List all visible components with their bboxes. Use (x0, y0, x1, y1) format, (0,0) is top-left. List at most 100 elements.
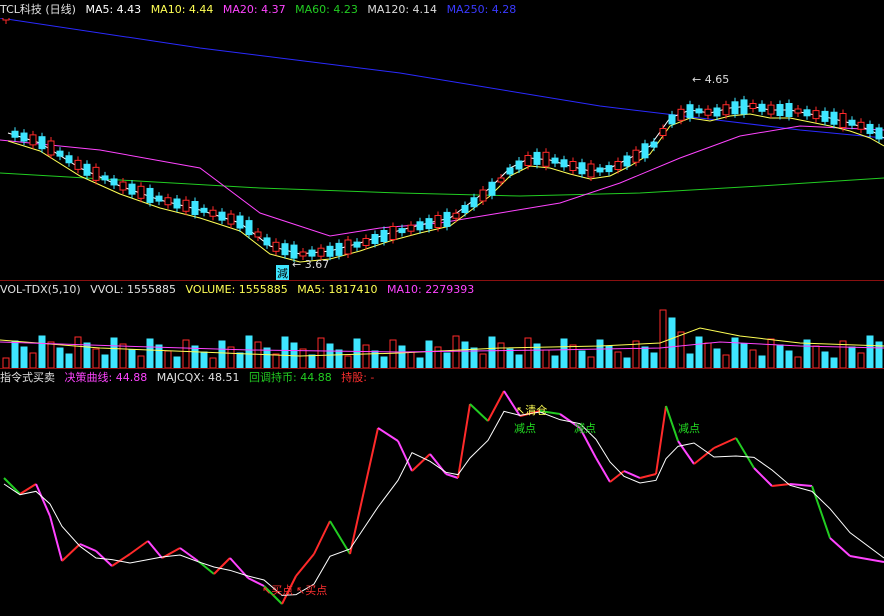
candle (866, 123, 874, 134)
clear-signal: ↖清仓 (516, 404, 548, 417)
volume-bar (614, 351, 622, 368)
volume-bar (200, 351, 208, 368)
holding-legend: 持股: - (341, 371, 375, 384)
candle (857, 121, 865, 130)
reduce-signal-2: 减点 (574, 422, 596, 435)
volume-bar (56, 347, 64, 368)
volume-bar (380, 356, 388, 368)
high-price-label: ← 4.65 (692, 73, 730, 86)
candle (65, 155, 73, 164)
ma60-legend: MA60: 4.23 (295, 3, 358, 16)
candle (740, 99, 748, 115)
candle (722, 104, 730, 116)
candle (344, 239, 352, 255)
buy-signal-1: ↖买点 (262, 584, 294, 597)
volume-bar (812, 345, 820, 368)
majcqx-legend: MAJCQX: 48.51 (156, 371, 240, 384)
volume-bar (821, 351, 829, 368)
vvol-legend: VVOL: 1555885 (90, 283, 177, 296)
candle (587, 163, 595, 178)
volume-bar (524, 337, 532, 368)
volume-bar (281, 336, 289, 368)
candle (137, 185, 145, 199)
candle (326, 245, 334, 257)
decision-curve-segment (213, 557, 231, 575)
decision-curve-segment (179, 547, 199, 562)
candle (362, 238, 370, 246)
candle (704, 108, 712, 116)
volume-bar (263, 347, 271, 368)
candle (56, 150, 64, 157)
ma250-legend: MA250: 4.28 (446, 3, 517, 16)
decision-curve-segment (655, 405, 667, 475)
decision-curve-segment (771, 483, 791, 487)
volume-bar (344, 355, 352, 368)
decision-curve-segment (147, 540, 163, 559)
volume-bar (551, 355, 559, 368)
candle (119, 181, 127, 191)
indicator-chart[interactable] (0, 386, 884, 614)
volume-bar (677, 331, 685, 368)
indicator-title[interactable]: 指令式买卖 (0, 371, 55, 384)
candle (209, 209, 217, 217)
candle (29, 134, 37, 146)
candle (848, 119, 856, 126)
decision-curve-segment (789, 483, 813, 487)
volume-bar (497, 342, 505, 368)
price-chart[interactable] (0, 18, 884, 280)
volume-bar (398, 345, 406, 368)
candle (164, 197, 172, 206)
volume-bar (128, 349, 136, 368)
volume-bar (659, 309, 667, 368)
volume-bar (137, 355, 145, 368)
candle (758, 103, 766, 112)
candle (641, 143, 649, 159)
decision-curve-segment (129, 540, 149, 555)
volume-bar (767, 338, 775, 368)
decision-curve-segment (469, 403, 489, 422)
candle (470, 197, 478, 208)
candle (47, 140, 55, 156)
candle (2, 18, 10, 21)
candle (245, 220, 253, 236)
vol-ma5-legend: MA5: 1817410 (297, 283, 378, 296)
ma10-legend: MA10: 4.44 (150, 3, 214, 16)
volume-bar (560, 338, 568, 368)
decision-curve-segment (829, 537, 851, 557)
stock-title[interactable]: TCL科技 (日线) (0, 3, 76, 16)
candle (488, 181, 496, 196)
candle (749, 103, 757, 109)
candle (497, 177, 505, 183)
volume-bar (2, 357, 10, 368)
candle (452, 212, 460, 219)
volume-bar (209, 357, 217, 368)
decision-curve-segment (713, 437, 737, 449)
candle (578, 162, 586, 175)
candle (434, 215, 442, 228)
candle (371, 234, 379, 244)
volume-bar (353, 338, 361, 368)
volume-bar (173, 356, 181, 368)
candle (632, 149, 640, 163)
candle (479, 189, 487, 202)
volume-bar (11, 340, 19, 368)
volume-chart[interactable] (0, 298, 884, 368)
candle (263, 237, 271, 246)
candle (803, 109, 811, 117)
candle (425, 218, 433, 230)
volume-bar (254, 341, 262, 368)
volume-bar (245, 335, 253, 368)
volume-bar (146, 338, 154, 368)
volume-bar (488, 336, 496, 368)
volume-bar (155, 344, 163, 368)
candle (461, 205, 469, 213)
volume-bar (713, 348, 721, 368)
ma20-legend: MA20: 4.37 (222, 3, 286, 16)
candle (281, 243, 289, 256)
volume-bar (857, 352, 865, 368)
volume-bar (830, 357, 838, 368)
volume-bar (416, 357, 424, 368)
volume-bar (758, 355, 766, 368)
ma120-legend: MA120: 4.14 (367, 3, 438, 16)
volume-title[interactable]: VOL-TDX(5,10) (0, 283, 81, 296)
